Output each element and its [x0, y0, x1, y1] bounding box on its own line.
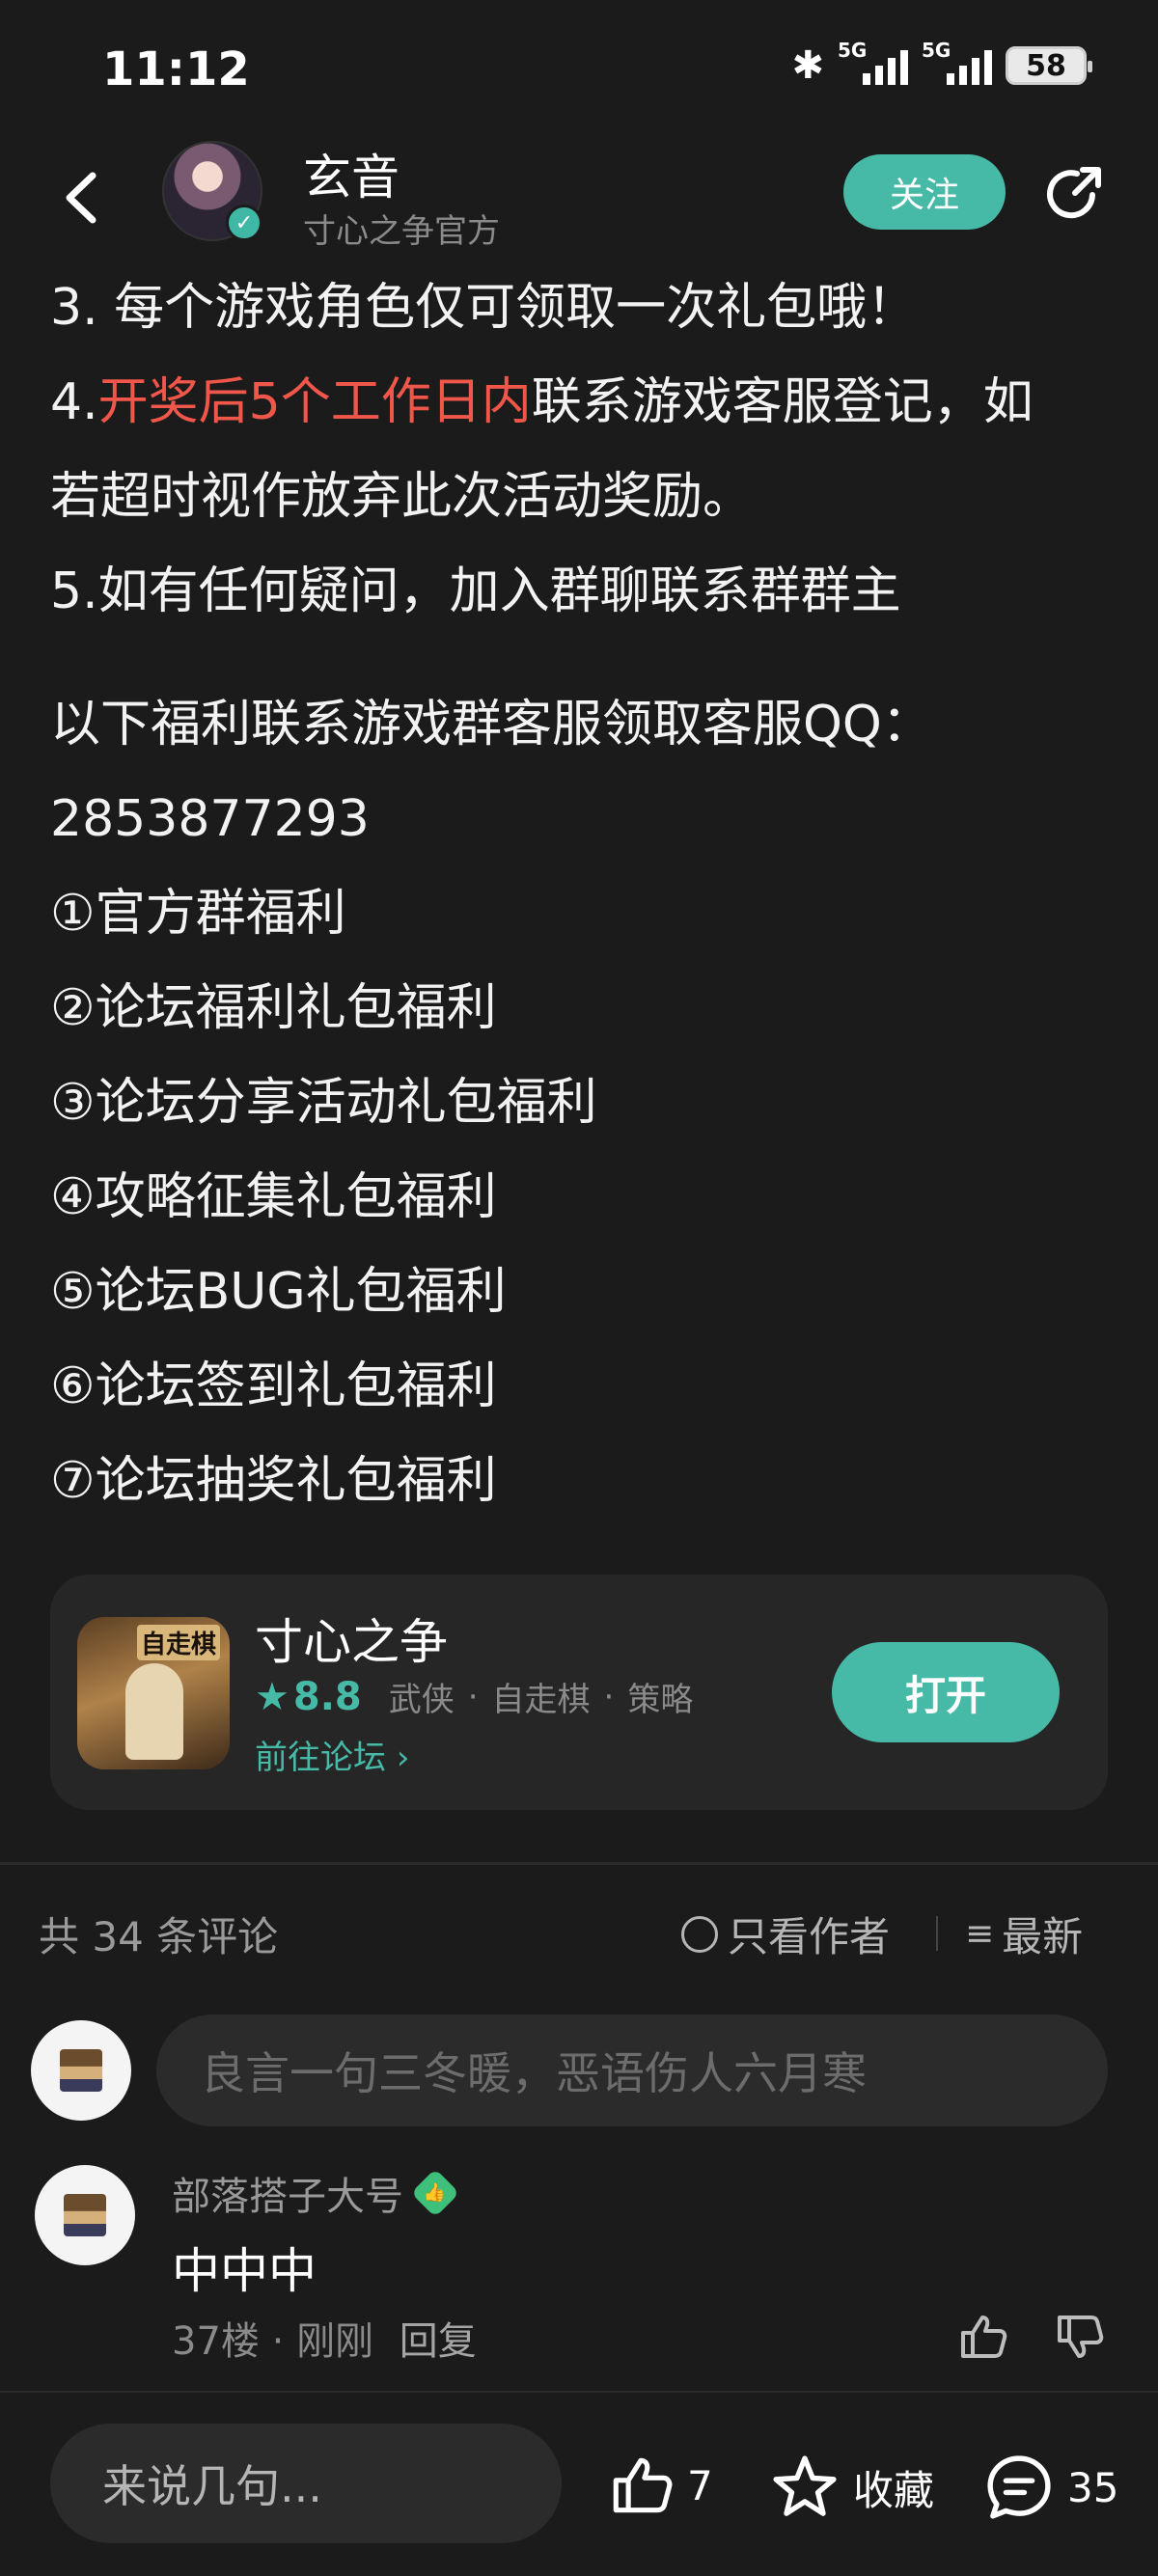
forum-link-label: 前往论坛 [255, 1739, 386, 1777]
my-avatar [31, 2020, 131, 2121]
game-card[interactable]: 自走棋 寸心之争 ★ 8.8 武侠 · 自走棋 · 策略 前往论坛 › 打开 [50, 1575, 1108, 1810]
status-bar: 11:12 ✱ 5G 5G 58 [0, 0, 1158, 135]
divider [0, 2391, 1158, 2393]
rule-line-3: 3. 每个游戏角色仅可领取一次礼包哦！ [50, 279, 918, 337]
signal-label: 5G [838, 39, 868, 62]
signal-icon-2: 5G [922, 39, 992, 85]
forum-link[interactable]: 前往论坛 › [255, 1731, 409, 1778]
benefit-item: ⑦论坛抽奖礼包福利 [50, 1452, 497, 1510]
game-tag: 武侠 [388, 1681, 455, 1719]
benefit-item: ⑤论坛BUG礼包福利 [50, 1263, 507, 1321]
verified-icon: ✓ [226, 205, 262, 241]
comment-text: 中中中 [172, 2243, 317, 2299]
thumbs-up-icon [613, 2457, 673, 2513]
status-icons: ✱ 5G 5G 58 [791, 39, 1092, 88]
battery-icon: 58 [1006, 46, 1092, 85]
comment-button[interactable]: 35 [982, 2451, 1118, 2524]
back-icon[interactable] [54, 164, 112, 232]
comment-floor: 37楼 [172, 2319, 260, 2364]
sort-label: 最新 [1002, 1913, 1084, 1960]
game-tag: 策略 [627, 1681, 694, 1719]
benefit-item: ③论坛分享活动礼包福利 [50, 1074, 597, 1132]
comment-count-bottom: 35 [1067, 2463, 1119, 2511]
comment-count: 共 34 条评论 [39, 1913, 279, 1960]
benefit-intro: 以下福利联系游戏群客服领取客服QQ： [50, 696, 932, 754]
thumbs-up-icon[interactable] [955, 2310, 1009, 2364]
benefit-item: ④攻略征集礼包福利 [50, 1168, 497, 1226]
follow-button[interactable]: 关注 [843, 154, 1006, 230]
thumbs-down-icon[interactable] [1052, 2310, 1106, 2364]
user-level-badge-icon: 👍 [410, 2168, 460, 2218]
favorite-label: 收藏 [853, 2466, 935, 2514]
comment-time: 刚刚 [296, 2319, 374, 2364]
reply-button[interactable]: 回复 [400, 2319, 477, 2364]
status-time: 11:12 [102, 42, 250, 96]
rule-highlight: 开奖后5个工作日内 [97, 373, 532, 431]
game-rating: 8.8 [292, 1674, 362, 1719]
comment-icon [987, 2455, 1051, 2519]
benefit-item: ②论坛福利礼包福利 [50, 979, 497, 1037]
rule-line-4-suffix: 联系游戏客服登记，如 [531, 373, 1034, 431]
signal-icon: 5G [838, 39, 908, 85]
commenter-name[interactable]: 部落搭子大号 👍 [172, 2165, 460, 2221]
author-only-label: 只看作者 [728, 1913, 891, 1960]
bottom-comment-input[interactable]: 来说几句... [50, 2424, 562, 2543]
benefit-item: ⑥论坛签到礼包福利 [50, 1357, 497, 1415]
post-header: ✓ 玄音 寸心之争官方 关注 [0, 135, 1158, 260]
rule-line-4-prefix: 4. [50, 373, 98, 431]
chevron-right-icon: › [396, 1739, 410, 1777]
author-name[interactable]: 玄音 [303, 139, 400, 208]
share-icon[interactable] [1038, 160, 1108, 230]
signal-label-2: 5G [922, 39, 951, 62]
sort-latest-button[interactable]: ≡ 最新 [965, 1905, 1083, 1963]
game-meta: ★ 8.8 武侠 · 自走棋 · 策略 [255, 1674, 694, 1720]
separator [936, 1916, 938, 1951]
like-button[interactable]: 7 [606, 2451, 713, 2520]
commenter-avatar[interactable] [35, 2165, 135, 2265]
game-icon[interactable]: 自走棋 [77, 1617, 230, 1769]
radio-icon [681, 1915, 718, 1953]
author-subtitle: 寸心之争官方 [303, 212, 500, 251]
comment-input[interactable]: 良言一句三冬暖，恶语伤人六月寒 [156, 2014, 1108, 2126]
benefit-item: ①官方群福利 [50, 885, 346, 943]
bluetooth-icon: ✱ [791, 43, 824, 88]
game-title[interactable]: 寸心之争 [255, 1603, 448, 1673]
divider [0, 1862, 1158, 1865]
star-icon [773, 2455, 837, 2516]
qq-number: 2853877293 [50, 790, 370, 848]
commenter-name-text: 部落搭子大号 [172, 2175, 403, 2219]
like-count: 7 [687, 2461, 713, 2509]
favorite-button[interactable]: 收藏 [768, 2451, 934, 2524]
comment-meta: 37楼 · 刚刚 回复 [172, 2319, 477, 2364]
game-icon-text: 自走棋 [136, 1625, 220, 1660]
author-only-toggle[interactable]: 只看作者 [681, 1905, 890, 1963]
sort-icon: ≡ [965, 1914, 995, 1954]
rule-line-4: 4.开奖后5个工作日内联系游戏客服登记，如 [50, 355, 1121, 450]
rule-line-4-cont: 若超时视作放弃此次活动奖励。 [50, 468, 754, 526]
rule-line-5: 5.如有任何疑问，加入群聊联系群群主 [50, 562, 901, 620]
post-content: 3. 每个游戏角色仅可领取一次礼包哦！ 4.开奖后5个工作日内联系游戏客服登记，… [50, 260, 1121, 1528]
game-tag: 自走棋 [491, 1681, 591, 1719]
battery-level: 58 [1026, 48, 1066, 83]
star-icon: ★ [255, 1674, 290, 1719]
open-game-button[interactable]: 打开 [832, 1642, 1060, 1742]
